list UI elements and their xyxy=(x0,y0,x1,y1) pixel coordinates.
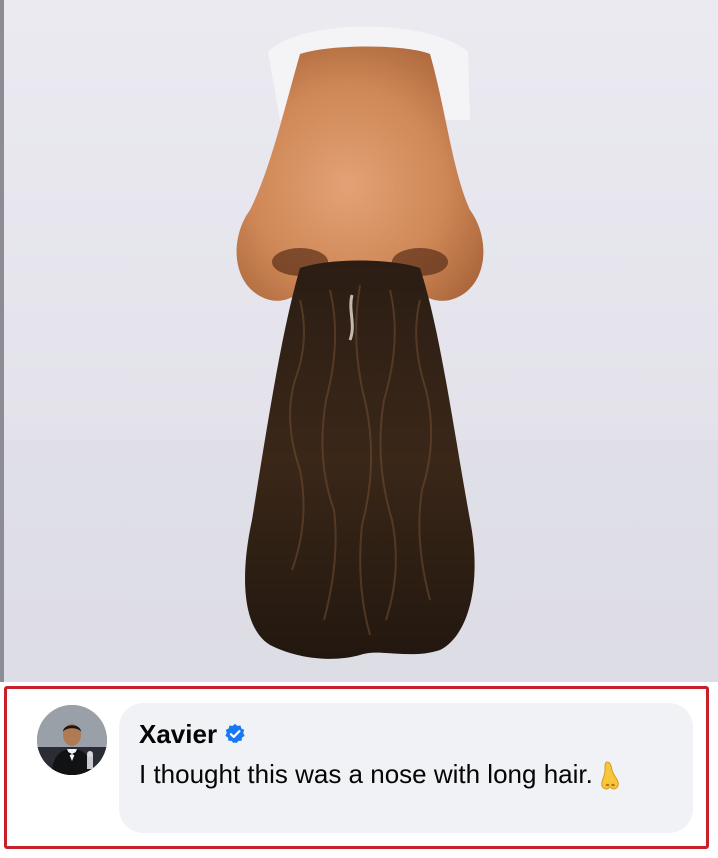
meme-screenshot: Xavier I thought this was a nose with lo… xyxy=(0,0,718,858)
comment-author-name[interactable]: Xavier xyxy=(139,719,217,749)
comment-text: I thought this was a nose with long hair… xyxy=(139,759,593,789)
comment-bubble: Xavier I thought this was a nose with lo… xyxy=(119,703,693,833)
post-photo xyxy=(0,0,718,682)
comment-body: I thought this was a nose with long hair… xyxy=(139,757,639,791)
verified-badge-icon xyxy=(224,723,246,745)
comment-author-row: Xavier xyxy=(139,719,246,749)
nose-emoji-icon xyxy=(599,761,621,791)
profile-avatar[interactable] xyxy=(37,705,107,775)
highlighted-comment: Xavier I thought this was a nose with lo… xyxy=(4,686,709,849)
